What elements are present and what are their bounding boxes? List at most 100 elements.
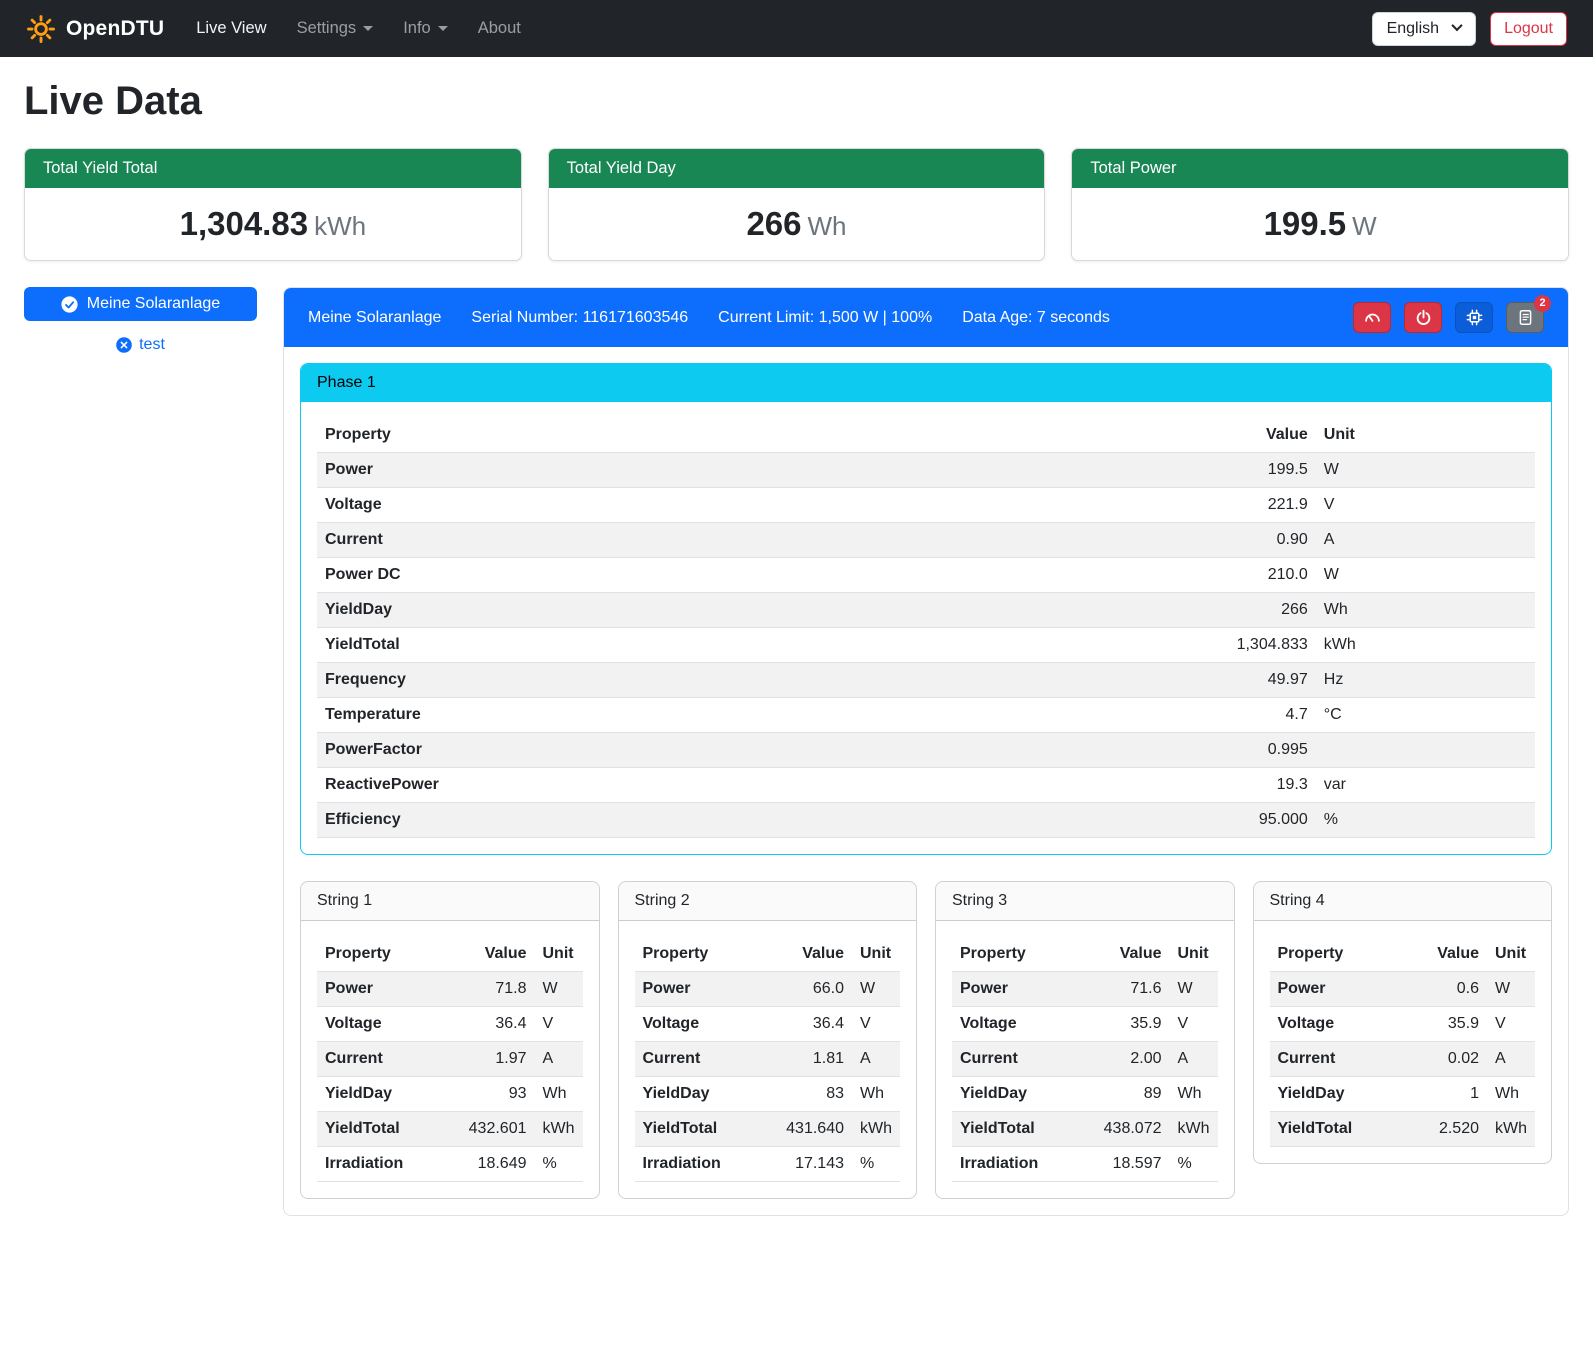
- property-cell: Efficiency: [317, 803, 915, 838]
- phase-table: PropertyValueUnitPower199.5WVoltage221.9…: [317, 418, 1535, 838]
- table-header-row: PropertyValueUnit: [317, 937, 583, 972]
- language-select[interactable]: English: [1372, 12, 1476, 46]
- page-title: Live Data: [24, 79, 1569, 124]
- property-cell: Current: [1270, 1042, 1403, 1077]
- column-header: Value: [1402, 937, 1487, 972]
- unit-cell: Wh: [535, 1077, 583, 1112]
- value-cell: 19.3: [915, 768, 1316, 803]
- table-row: YieldTotal438.072kWh: [952, 1112, 1218, 1147]
- unit-cell: A: [535, 1042, 583, 1077]
- property-cell: Current: [952, 1042, 1074, 1077]
- sun-logo-icon: [26, 14, 56, 44]
- value-cell: 71.6: [1074, 972, 1170, 1007]
- property-cell: YieldDay: [1270, 1077, 1403, 1112]
- unit-cell: A: [1316, 523, 1535, 558]
- value-cell: 1: [1402, 1077, 1487, 1112]
- brand-name: OpenDTU: [66, 17, 164, 41]
- property-cell: YieldTotal: [952, 1112, 1074, 1147]
- property-cell: Irradiation: [635, 1147, 757, 1182]
- inverter-panel-body: Phase 1 PropertyValueUnitPower199.5WVolt…: [284, 347, 1568, 1215]
- unit-cell: V: [1316, 488, 1535, 523]
- unit-cell: Wh: [852, 1077, 900, 1112]
- unit-cell: A: [1487, 1042, 1535, 1077]
- device-info-button[interactable]: [1455, 302, 1493, 333]
- value-cell: 83: [756, 1077, 852, 1112]
- summary-card-body: 1,304.83kWh: [25, 188, 521, 260]
- column-header: Property: [1270, 937, 1403, 972]
- property-cell: Power DC: [317, 558, 915, 593]
- table-row: Power DC210.0W: [317, 558, 1535, 593]
- event-count-badge: 2: [1534, 295, 1551, 312]
- string-4-table: PropertyValueUnitPower0.6WVoltage35.9VCu…: [1270, 937, 1536, 1147]
- nav-links: Live ViewSettingsInfoAbout: [184, 11, 533, 46]
- string-card: String 4PropertyValueUnitPower0.6WVoltag…: [1253, 881, 1553, 1164]
- summary-cards-row: Total Yield Total1,304.83kWhTotal Yield …: [24, 148, 1569, 261]
- value-cell: 18.597: [1074, 1147, 1170, 1182]
- unit-cell: W: [852, 972, 900, 1007]
- summary-card-unit: W: [1352, 211, 1377, 241]
- table-row: Irradiation18.597%: [952, 1147, 1218, 1182]
- property-cell: Irradiation: [317, 1147, 439, 1182]
- nav-item-info[interactable]: Info: [391, 11, 460, 46]
- value-cell: 1.97: [439, 1042, 535, 1077]
- table-row: YieldDay266Wh: [317, 593, 1535, 628]
- property-cell: Power: [635, 972, 757, 1007]
- unit-cell: W: [535, 972, 583, 1007]
- value-cell: 221.9: [915, 488, 1316, 523]
- inverter-link-test[interactable]: test: [24, 336, 257, 354]
- column-header: Unit: [535, 937, 583, 972]
- nav-item-live-view[interactable]: Live View: [184, 11, 278, 46]
- string-card-body: PropertyValueUnitPower0.6WVoltage35.9VCu…: [1254, 921, 1552, 1163]
- value-cell: 0.02: [1402, 1042, 1487, 1077]
- column-header: Unit: [1170, 937, 1218, 972]
- unit-cell: V: [535, 1007, 583, 1042]
- summary-card-title: Total Yield Day: [549, 149, 1045, 188]
- unit-cell: [1316, 733, 1535, 768]
- table-row: YieldDay89Wh: [952, 1077, 1218, 1112]
- inverter-select-button[interactable]: Meine Solaranlage: [24, 287, 257, 321]
- column-header: Unit: [1487, 937, 1535, 972]
- value-cell: 35.9: [1402, 1007, 1487, 1042]
- table-header-row: PropertyValueUnit: [635, 937, 901, 972]
- value-cell: 89: [1074, 1077, 1170, 1112]
- unit-cell: A: [852, 1042, 900, 1077]
- string-card-title: String 1: [301, 882, 599, 921]
- string-2-table: PropertyValueUnitPower66.0WVoltage36.4VC…: [635, 937, 901, 1182]
- value-cell: 1.81: [756, 1042, 852, 1077]
- value-cell: 0.90: [915, 523, 1316, 558]
- value-cell: 4.7: [915, 698, 1316, 733]
- column-header: Unit: [852, 937, 900, 972]
- string-1-table: PropertyValueUnitPower71.8WVoltage36.4VC…: [317, 937, 583, 1182]
- value-cell: 71.8: [439, 972, 535, 1007]
- string-3-table: PropertyValueUnitPower71.6WVoltage35.9VC…: [952, 937, 1218, 1182]
- value-cell: 2.00: [1074, 1042, 1170, 1077]
- event-log-button[interactable]: 2: [1506, 302, 1544, 333]
- unit-cell: Wh: [1487, 1077, 1535, 1112]
- string-card-title: String 4: [1254, 882, 1552, 921]
- nav-item-settings[interactable]: Settings: [285, 11, 386, 46]
- unit-cell: kWh: [1487, 1112, 1535, 1147]
- unit-cell: V: [1487, 1007, 1535, 1042]
- column-header: Value: [1074, 937, 1170, 972]
- unit-cell: W: [1316, 453, 1535, 488]
- nav-item-about[interactable]: About: [466, 11, 533, 46]
- property-cell: YieldTotal: [317, 628, 915, 663]
- unit-cell: %: [1170, 1147, 1218, 1182]
- power-button[interactable]: [1404, 302, 1442, 333]
- table-row: Current0.90A: [317, 523, 1535, 558]
- limit-settings-button[interactable]: [1353, 302, 1391, 333]
- unit-cell: %: [852, 1147, 900, 1182]
- value-cell: 266: [915, 593, 1316, 628]
- phase-title: Phase 1: [301, 364, 1551, 402]
- table-row: Irradiation17.143%: [635, 1147, 901, 1182]
- string-card: String 1 PropertyValueUnitPower71.8WVolta…: [300, 881, 600, 1199]
- table-row: Current0.02A: [1270, 1042, 1536, 1077]
- string-card-body: PropertyValueUnitPower66.0WVoltage36.4VC…: [619, 921, 917, 1198]
- logout-button[interactable]: Logout: [1490, 12, 1567, 46]
- summary-card-unit: Wh: [808, 211, 847, 241]
- unit-cell: Wh: [1170, 1077, 1218, 1112]
- table-row: PowerFactor0.995: [317, 733, 1535, 768]
- value-cell: 95.000: [915, 803, 1316, 838]
- table-row: Voltage36.4V: [635, 1007, 901, 1042]
- brand[interactable]: OpenDTU: [26, 14, 164, 44]
